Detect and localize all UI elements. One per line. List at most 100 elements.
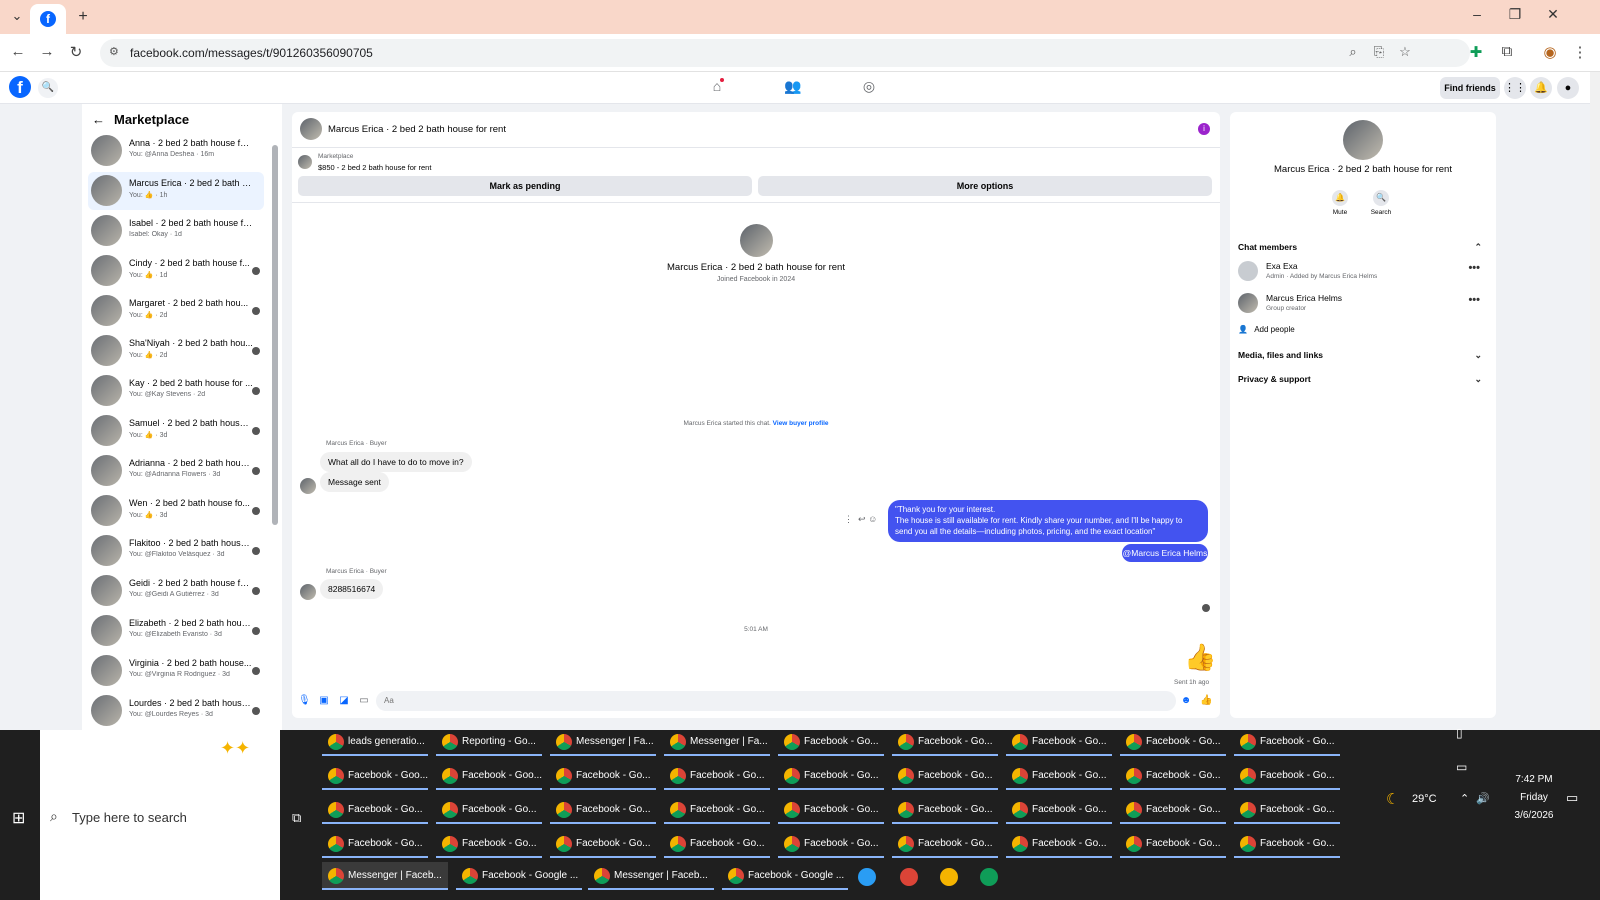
restore-icon[interactable]: ❐ <box>1500 6 1530 28</box>
sticker-icon[interactable]: ◪ <box>338 695 350 707</box>
reload-icon[interactable]: ↻ <box>66 43 86 63</box>
taskbar-app-button[interactable]: Facebook - Go... <box>664 796 770 824</box>
more-options-button[interactable]: More options <box>758 176 1212 196</box>
tray-icon[interactable]: ▭ <box>1456 760 1467 774</box>
conversation-item[interactable]: Samuel · 2 bed 2 bath house ... You: 👍 · … <box>88 412 264 450</box>
conversation-item[interactable]: Isabel · 2 bed 2 bath house for ... Isabe… <box>88 212 264 250</box>
home-icon[interactable]: ⌂ <box>706 78 728 100</box>
taskbar-app-button[interactable]: Facebook - Go... <box>1006 796 1112 824</box>
profile-icon[interactable]: ◉ <box>1540 43 1560 63</box>
search-button[interactable]: 🔍 Search <box>1368 190 1394 216</box>
incoming-message[interactable]: What all do I have to do to move in? <box>320 452 472 472</box>
sender-avatar[interactable] <box>300 584 316 600</box>
chrome-icon[interactable] <box>900 868 918 886</box>
account-avatar[interactable]: ● <box>1557 77 1579 99</box>
taskbar-app-button[interactable]: Facebook - Go... <box>892 830 998 858</box>
outgoing-mention[interactable]: @Marcus Erica Helms <box>1122 544 1208 562</box>
conversation-item[interactable]: Sha'Niyah · 2 bed 2 bath hou... You: 👍 · … <box>88 332 264 370</box>
groups-icon[interactable]: ◎ <box>858 78 880 100</box>
taskbar-app-button[interactable]: Facebook - Go... <box>550 796 656 824</box>
task-view-icon[interactable]: ⧉ <box>292 810 301 826</box>
info-icon[interactable]: i <box>1198 123 1210 135</box>
tray-icon[interactable]: ▯ <box>1456 726 1463 740</box>
mark-as-pending-button[interactable]: Mark as pending <box>298 176 752 196</box>
taskbar-app-button[interactable]: Facebook - Go... <box>778 762 884 790</box>
minimize-icon[interactable]: – <box>1462 6 1492 28</box>
taskbar-app-button[interactable]: Facebook - Go... <box>892 728 998 756</box>
extension-icon[interactable]: ✚ <box>1466 43 1486 63</box>
taskbar-app-button[interactable]: Facebook - Go... <box>778 728 884 756</box>
conversation-item[interactable]: Virginia · 2 bed 2 bath house... You: @Vi… <box>88 652 264 690</box>
friends-icon[interactable]: 👥 <box>782 78 804 100</box>
page-scrollbar[interactable] <box>1590 72 1600 730</box>
taskbar-app-button[interactable]: Facebook - Go... <box>1120 830 1226 858</box>
emoji-icon[interactable]: ☻ <box>1180 695 1192 707</box>
new-tab-button[interactable]: + <box>74 8 92 26</box>
chat-members-toggle[interactable]: Chat members ⌃ <box>1238 242 1488 252</box>
browser-tab-facebook[interactable]: f <box>30 4 66 34</box>
notifications-icon[interactable]: 🔔 <box>1530 77 1552 99</box>
conversation-item[interactable]: Margaret · 2 bed 2 bath hou... You: 👍 · 2… <box>88 292 264 330</box>
taskbar-app-button[interactable]: Facebook - Google ... <box>722 862 848 890</box>
like-button-icon[interactable]: 👍 <box>1200 695 1212 707</box>
moon-weather-icon[interactable]: ☾ <box>1386 790 1399 808</box>
conversation-item[interactable]: Adrianna · 2 bed 2 bath house ... You: @A… <box>88 452 264 490</box>
facebook-logo[interactable]: f <box>9 76 31 98</box>
incoming-message[interactable]: Message sent <box>320 472 389 492</box>
member-name[interactable]: Exa Exa <box>1266 261 1298 271</box>
group-avatar[interactable] <box>1343 120 1383 160</box>
chat-avatar[interactable] <box>300 118 322 140</box>
extensions-puzzle-icon[interactable]: ⧉ <box>1497 43 1517 63</box>
taskbar-app-button[interactable]: Messenger | Fa... <box>664 728 770 756</box>
taskbar-search-placeholder[interactable]: Type here to search <box>72 810 187 825</box>
media-files-toggle[interactable]: Media, files and links ⌄ <box>1238 350 1488 360</box>
taskbar-app-button[interactable]: Facebook - Google ... <box>456 862 582 890</box>
add-people-button[interactable]: 👤 Add people <box>1238 325 1295 334</box>
taskbar-app-button[interactable]: Facebook - Go... <box>1006 762 1112 790</box>
taskbar-app-button[interactable]: Facebook - Go... <box>664 762 770 790</box>
member-options-icon[interactable]: ••• <box>1468 294 1480 306</box>
more-actions-icon[interactable]: ⋮ <box>844 514 853 524</box>
tab-list-button[interactable]: ⌄ <box>8 8 26 26</box>
menu-grid-icon[interactable]: ⋮⋮ <box>1504 77 1526 99</box>
taskbar-app-button[interactable]: Facebook - Go... <box>778 796 884 824</box>
taskbar-app-button[interactable]: Facebook - Go... <box>550 762 656 790</box>
member-avatar[interactable] <box>1238 261 1258 281</box>
taskbar-app-button[interactable]: Facebook - Goo... <box>436 762 542 790</box>
clock-day[interactable]: Friday <box>1504 792 1564 803</box>
taskbar-app-button[interactable]: Messenger | Fa... <box>550 728 656 756</box>
gif-icon[interactable]: ▭ <box>358 695 370 707</box>
member-avatar[interactable] <box>1238 293 1258 313</box>
zoom-icon[interactable]: ⌕ <box>1344 44 1362 62</box>
outgoing-message[interactable]: "Thank you for your interest. The house … <box>888 500 1208 542</box>
sidebar-scrollbar[interactable] <box>272 145 278 525</box>
taskbar-app-button[interactable]: Facebook - Go... <box>664 830 770 858</box>
taskbar-app-button[interactable]: Facebook - Go... <box>1234 728 1340 756</box>
taskbar-app-button[interactable]: Facebook - Go... <box>1120 796 1226 824</box>
forward-icon[interactable]: → <box>37 43 57 63</box>
conversation-item[interactable]: Elizabeth · 2 bed 2 bath hous... You: @El… <box>88 612 264 650</box>
conversation-item[interactable]: Cindy · 2 bed 2 bath house f... You: 👍 · … <box>88 252 264 290</box>
url-text[interactable]: facebook.com/messages/t/901260356090705 <box>130 46 373 60</box>
photo-icon[interactable]: ▣ <box>318 695 330 707</box>
chevron-up-icon[interactable]: ⌃ <box>1460 792 1469 805</box>
conversation-item[interactable]: Marcus Erica · 2 bed 2 bath ho... You: 👍 … <box>88 172 264 210</box>
incoming-message[interactable]: 8288516674 <box>320 579 384 599</box>
install-app-icon[interactable]: ⎘ <box>1370 44 1388 62</box>
bookmark-star-icon[interactable]: ☆ <box>1396 44 1414 62</box>
taskbar-app-button[interactable]: Facebook - Go... <box>436 796 542 824</box>
reply-icon[interactable]: ↩ <box>858 514 866 524</box>
windows-start-icon[interactable]: ⊞ <box>12 808 32 828</box>
taskbar-app-button[interactable]: Facebook - Go... <box>550 830 656 858</box>
site-info-icon[interactable]: ⚙ <box>109 45 119 58</box>
find-friends-button[interactable]: Find friends <box>1440 77 1500 99</box>
taskbar-app-button[interactable]: Facebook - Goo... <box>322 762 428 790</box>
clock-date[interactable]: 3/6/2026 <box>1504 810 1564 821</box>
notifications-icon[interactable]: ▭ <box>1566 790 1578 806</box>
taskbar-app-button[interactable]: Facebook - Go... <box>1234 796 1340 824</box>
browser-menu-icon[interactable]: ⋮ <box>1570 43 1590 63</box>
close-icon[interactable]: ✕ <box>1538 6 1568 28</box>
back-icon[interactable]: ← <box>8 43 28 63</box>
conversation-item[interactable]: Lourdes · 2 bed 2 bath house f... You: @L… <box>88 692 264 730</box>
taskbar-search[interactable]: ⌕ Type here to search ✦✦ <box>40 730 280 900</box>
